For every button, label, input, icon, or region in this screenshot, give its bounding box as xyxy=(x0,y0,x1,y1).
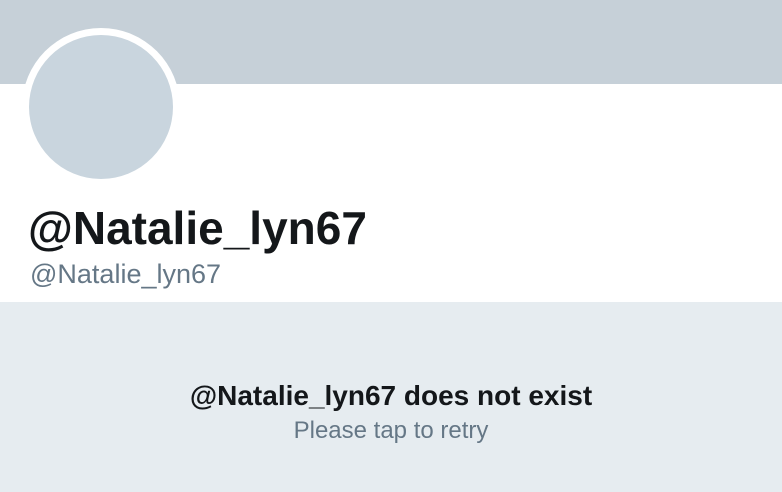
avatar-ring xyxy=(22,28,180,186)
retry-link[interactable]: Please tap to retry xyxy=(0,416,782,446)
profile-display-name: @Natalie_lyn67 xyxy=(28,202,367,254)
error-message: @Natalie_lyn67 does not exist xyxy=(189,380,593,411)
avatar[interactable] xyxy=(29,35,173,179)
error-panel: @Natalie_lyn67 does not exist Please tap… xyxy=(0,302,782,492)
profile-handle: @Natalie_lyn67 xyxy=(30,259,222,289)
profile-page: @Natalie_lyn67 @Natalie_lyn67 @Natalie_l… xyxy=(0,0,782,492)
